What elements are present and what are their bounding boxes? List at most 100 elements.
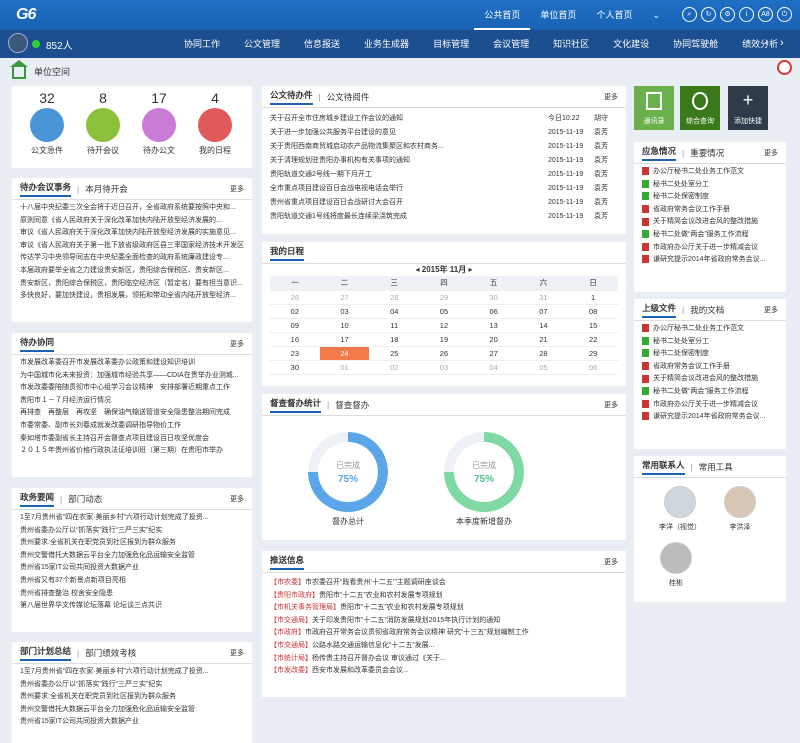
calendar-day[interactable]: 22 [568, 332, 618, 347]
calendar-day[interactable]: 06 [468, 304, 519, 319]
calendar-day[interactable]: 13 [468, 318, 519, 333]
calendar-day[interactable]: 04 [468, 360, 519, 375]
top-nav-personal[interactable]: 个人首页 [586, 0, 642, 30]
list-item[interactable]: 办公厅秘书二处业务工作范文 [642, 323, 778, 336]
list-item[interactable]: 秘书二处处室分工 [642, 336, 778, 349]
more-link[interactable]: 更多 [230, 339, 244, 349]
nav-item[interactable]: 信息报送 [292, 30, 352, 58]
list-item[interactable]: 秘书二处处室分工 [642, 179, 778, 192]
list-item[interactable]: 贵州要求:全省机关在职党员到社区报到为群众服务 [20, 537, 244, 550]
table-row[interactable]: 贵阳轨道交通1号线将度最长连续梁浇筑完成 2015-11-19 袁芳 [262, 210, 626, 224]
calendar-day[interactable]: 12 [419, 318, 469, 333]
list-item[interactable]: 贵州交警借托大数据云平台全力加强危化品运输安全监管 [20, 550, 244, 563]
list-item[interactable]: 省政府常务会议工作手册 [642, 361, 778, 374]
nav-item[interactable]: 业务生成器 [352, 30, 421, 58]
list-item[interactable]: 本届政府要举全省之力建设贵安新区，贵阳综合保税区、贵安新区... [20, 265, 244, 278]
list-item[interactable]: 贵州省委办公厅以“抓落实”践行“三严三实”纪实 [20, 679, 244, 692]
tab-docs-todo[interactable]: 公文待办件 [270, 89, 313, 105]
list-item[interactable]: 审议《省人民政府关于第一批下放省级政府区县三率国家经济技术开发区... [20, 240, 244, 253]
list-item[interactable]: 【市发改委】西安市发展和改革委员会会议... [270, 665, 618, 678]
progress-ring-quarter[interactable]: 已完成 75% [444, 432, 524, 512]
chevron-right-icon[interactable]: ▸ [466, 265, 472, 274]
nav-item[interactable]: 文化建设 [601, 30, 661, 58]
list-item[interactable]: 市发展改革委召开市发展改革委办公政策和建设知识培训 [20, 357, 244, 370]
table-row[interactable]: 关于贵阳西南商贸城启动农产品物流集聚区和农村商务... 2015-11-19 袁芳 [262, 140, 626, 154]
calendar-day[interactable]: 27 [319, 290, 370, 305]
list-item[interactable]: 传达学习中央领导同志在中央纪委全面检查的政府系统廉政建设专... [20, 252, 244, 265]
calendar-day[interactable]: 18 [369, 332, 420, 347]
calendar-day[interactable]: 30 [468, 290, 519, 305]
list-item[interactable]: 【市机关事务管理局】贵阳市“十二五”农业和农村发展专项规划 [270, 602, 618, 615]
list-item[interactable]: 谦研究提示2014年省政府常务会议... [642, 254, 778, 267]
list-item[interactable]: 【市交通局】公路水路交通运输信息化“十二五”发展... [270, 640, 618, 653]
list-item[interactable]: 贵安新区，贵阳综合保税区，贵阳临空经济区（暂定名）要有担当意识... [20, 278, 244, 291]
calendar-day[interactable]: 31 [518, 290, 569, 305]
list-item[interactable]: 贵州省排查整治 校舍安全隐患 [20, 588, 244, 601]
contact-card[interactable]: 李洋（视觉） [650, 486, 710, 532]
search-icon[interactable]: ⌕ [682, 7, 697, 22]
tab-tools[interactable]: 常用工具 [699, 461, 733, 473]
table-row[interactable]: 贵阳轨道交通2号线一期下月开工 2015-11-19 袁芳 [262, 168, 626, 182]
list-item[interactable]: 秘书二处保密制度 [642, 348, 778, 361]
list-item[interactable]: 多快良好，要加快建设，贵相发展，领拓和带动全省内陆开放型经济... [20, 290, 244, 303]
calendar-day[interactable]: 07 [518, 304, 569, 319]
list-item[interactable]: 贵阳市１－７月经济运行情况 [20, 395, 244, 408]
font-size-icon[interactable]: A8 [758, 7, 773, 22]
list-item[interactable]: 为中国城市化未来投资：加强城市经验共享——CDIA在贵举办业测城... [20, 370, 244, 383]
calendar-day[interactable]: 25 [369, 346, 420, 361]
tab-pending-meetings[interactable]: 待办会议事务 [20, 181, 72, 197]
contact-card[interactable]: 桂彬 [646, 542, 706, 588]
list-item[interactable]: 原则同意《省人民政府关于深化改革加快内陆开放型经济发展的... [20, 215, 244, 228]
stat-urgent-docs[interactable]: 32 公文急件 [24, 90, 70, 156]
calendar-day[interactable]: 11 [369, 318, 420, 333]
nav-item[interactable]: 会议管理 [481, 30, 541, 58]
list-item[interactable]: 秦如塔市委副省长主持召开会督查点项目建设百日攻坚优度会 [20, 433, 244, 446]
list-item[interactable]: 市政府办公厅关于进一步精减会议 [642, 399, 778, 412]
list-item[interactable]: 贵州要求:全省机关在职党员到社区报到为群众服务 [20, 691, 244, 704]
table-row[interactable]: 关于召开全市住房城乡建设工作会议的通知 今日10:22 胡守 [262, 112, 626, 126]
calendar-day[interactable]: 29 [419, 290, 469, 305]
list-item[interactable]: 贵州交警借托大数据云平台全力加强危化品运输安全监管 [20, 704, 244, 717]
contact-card[interactable]: 李洪泽 [710, 486, 770, 532]
list-item[interactable]: 关于精简会议改进会风的整改措施 [642, 373, 778, 386]
calendar-day[interactable]: 28 [369, 290, 420, 305]
tab-docs-read[interactable]: 公文待阅件 [327, 91, 370, 103]
tab-month-meetings[interactable]: 本月待开会 [85, 183, 128, 195]
table-row[interactable]: 关于进一步加强公共服务平台建设的意见 2015-11-19 袁芳 [262, 126, 626, 140]
top-nav-public[interactable]: 公共首页 [474, 0, 531, 30]
calendar-day[interactable]: 08 [568, 304, 618, 319]
list-item[interactable]: 秘书二处保密制度 [642, 191, 778, 204]
list-item[interactable]: 【市统计局】杨传贵主持召开督办会议 审议通过《关于... [270, 653, 618, 666]
more-link[interactable]: 更多 [230, 494, 244, 504]
calendar-day[interactable]: 30 [270, 360, 320, 375]
calendar-day[interactable]: 06 [568, 360, 618, 375]
progress-ring-total[interactable]: 已完成 75% [308, 432, 388, 512]
nav-item[interactable]: 协同工作 [172, 30, 232, 58]
tab-gov-news[interactable]: 政务要闻 [20, 491, 55, 507]
tab-contacts[interactable]: 常用联系人 [642, 459, 685, 475]
table-row[interactable]: 关于清理规划驻贵阳办事机构有关事项的通知 2015-11-19 袁芳 [262, 154, 626, 168]
calendar-day[interactable]: 02 [369, 360, 420, 375]
more-link[interactable]: 更多 [764, 148, 778, 158]
refresh-icon[interactable]: ↻ [701, 7, 716, 22]
list-item[interactable]: 第八届世界华文传媒论坛落幕 论坛谈三点共识 [20, 600, 244, 613]
list-item[interactable]: 贵州省又有37个新景点新项目亮相 [20, 575, 244, 588]
calendar-day[interactable]: 28 [518, 346, 569, 361]
list-item[interactable]: 1至7月贵州省“四在农家·美丽乡村”六项行动计划完成了投资... [20, 666, 244, 679]
list-item[interactable]: 【贵阳市政府】贵阳市“十二五”农业和农村发展专项规划 [270, 590, 618, 603]
chevron-left-icon[interactable]: ‹ [765, 37, 769, 49]
calendar-day[interactable]: 26 [419, 346, 469, 361]
settings-icon[interactable]: ⚙ [720, 7, 735, 22]
calendar-day[interactable]: 27 [468, 346, 519, 361]
list-item[interactable]: 市委常委、副市长刘春成就发改委调研指导物价工作 [20, 420, 244, 433]
list-item[interactable]: 市发改委委陪随贯彻市中心组学习会议精神 安排部署近期重点工作 [20, 382, 244, 395]
table-row[interactable]: 贵州省重点项目建设百日会战研讨大会召开 2015-11-19 袁芳 [262, 196, 626, 210]
list-item[interactable]: 十八届中央纪委三次全会将于近日召开，全省政府系统要按照中央和... [20, 202, 244, 215]
calendar-day[interactable]: 09 [270, 318, 320, 333]
calendar-day[interactable]: 03 [319, 304, 370, 319]
calendar-day[interactable]: 24 [319, 346, 370, 361]
chevron-down-icon[interactable]: ⌄ [642, 0, 670, 30]
online-count[interactable]: 852人 [46, 37, 73, 52]
chevron-right-icon[interactable]: › [780, 37, 784, 49]
nav-item[interactable]: 协同驾驶舱 [661, 30, 730, 58]
